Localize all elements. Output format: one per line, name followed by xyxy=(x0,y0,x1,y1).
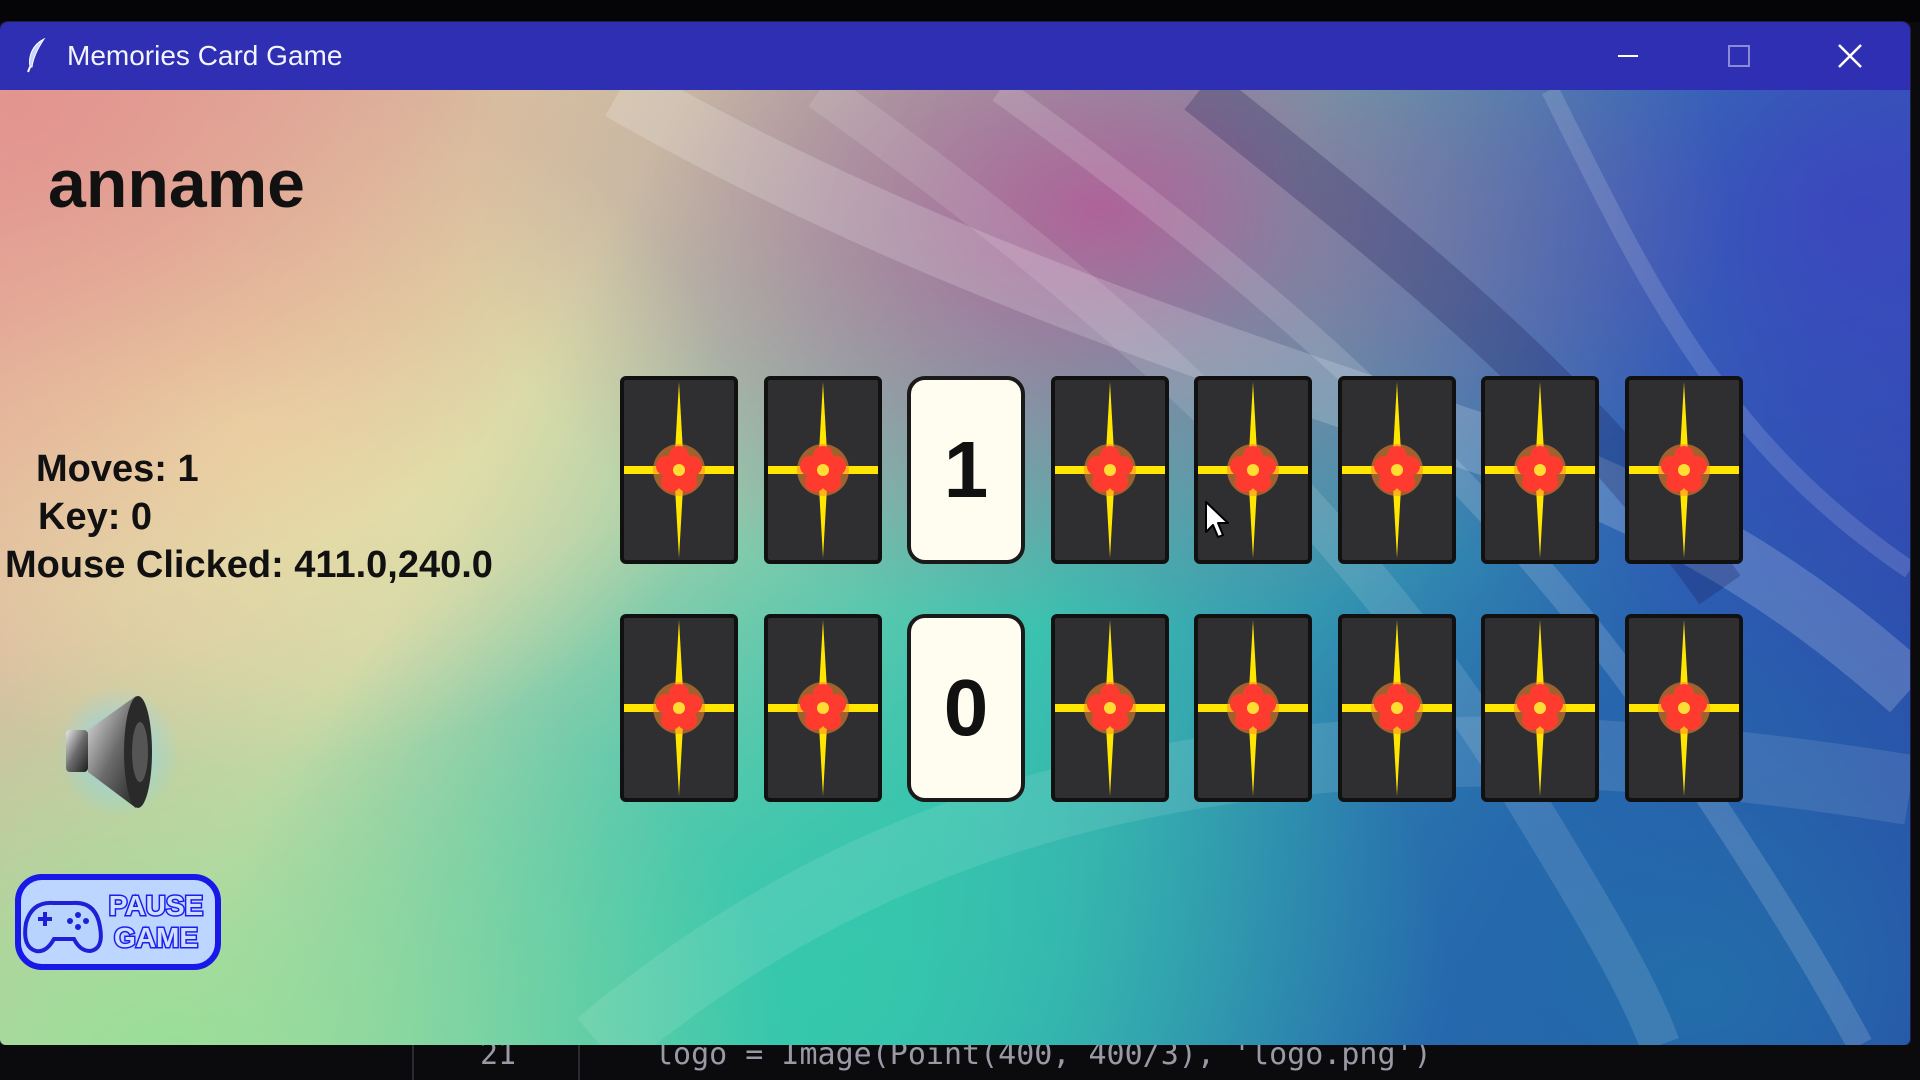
card-face-down[interactable] xyxy=(1481,376,1599,564)
card-revealed[interactable]: 0 xyxy=(907,614,1025,802)
card-face-down[interactable] xyxy=(620,376,738,564)
minimize-icon xyxy=(1618,55,1638,57)
card-face-down[interactable] xyxy=(1050,376,1169,564)
card-face-down[interactable] xyxy=(1194,614,1312,802)
card-value: 1 xyxy=(943,425,989,514)
cross-flower-card-back xyxy=(767,382,878,558)
pause-game-button[interactable]: PAUSE GAME xyxy=(14,873,222,971)
card-face-down[interactable] xyxy=(1337,614,1456,802)
window-title: Memories Card Game xyxy=(67,40,343,71)
game-canvas[interactable]: anname Moves: 1 Key: 0 Mouse Clicked: 41… xyxy=(0,90,1910,1045)
game-window: Memories Card Game anname Moves: 1 Key: … xyxy=(0,22,1910,1045)
maximize-button[interactable] xyxy=(1684,22,1794,90)
cross-flower-card-back xyxy=(1198,620,1308,796)
feather-icon xyxy=(27,37,46,73)
player-name: anname xyxy=(48,146,305,222)
screen-top-strip xyxy=(0,0,1920,22)
close-button[interactable] xyxy=(1795,22,1905,90)
minimize-button[interactable] xyxy=(1573,22,1683,90)
code-line-text: logo = Image(Point(400, 400/3), 'logo.pn… xyxy=(655,1045,1432,1072)
card-face-down[interactable] xyxy=(1624,376,1743,564)
cross-flower-card-back xyxy=(1341,382,1452,558)
close-icon xyxy=(1838,44,1862,68)
card-face-down[interactable] xyxy=(763,614,882,802)
cross-flower-card-back xyxy=(624,382,734,558)
pause-label-line1: PAUSE xyxy=(109,890,203,921)
cross-flower-card-back xyxy=(1628,382,1739,558)
card-face-down[interactable] xyxy=(763,376,882,564)
card-face-down[interactable] xyxy=(620,614,738,802)
mouse-click-readout: Mouse Clicked: 411.0,240.0 xyxy=(5,544,493,586)
card-revealed[interactable]: 1 xyxy=(907,376,1025,564)
code-line-number: 21 xyxy=(480,1045,517,1072)
pause-label-line2: GAME xyxy=(114,922,198,953)
background-code-editor: 21 logo = Image(Point(400, 400/3), 'logo… xyxy=(0,1045,1920,1080)
cross-flower-card-back xyxy=(767,620,878,796)
editor-gutter-divider xyxy=(578,1045,580,1080)
cross-flower-card-back xyxy=(1628,620,1739,796)
card-value: 0 xyxy=(943,663,989,752)
card-face-down[interactable] xyxy=(1624,614,1743,802)
card-face-down[interactable] xyxy=(1050,614,1169,802)
cross-flower-card-back xyxy=(1341,620,1452,796)
card-face-down[interactable] xyxy=(1337,376,1456,564)
moves-counter: Moves: 1 xyxy=(36,448,199,490)
cross-flower-card-back xyxy=(1485,382,1595,558)
cross-flower-card-back xyxy=(1485,620,1595,796)
cross-flower-card-back xyxy=(1054,382,1165,558)
maximize-icon xyxy=(1728,45,1750,67)
card-face-down[interactable] xyxy=(1481,614,1599,802)
editor-gutter-divider xyxy=(412,1045,414,1080)
cross-flower-card-back xyxy=(624,620,734,796)
speaker-icon[interactable] xyxy=(56,682,186,822)
mouse-cursor-icon xyxy=(1205,501,1229,538)
cross-flower-card-back xyxy=(1054,620,1165,796)
title-bar[interactable]: Memories Card Game xyxy=(0,22,1910,90)
key-counter: Key: 0 xyxy=(38,496,153,538)
